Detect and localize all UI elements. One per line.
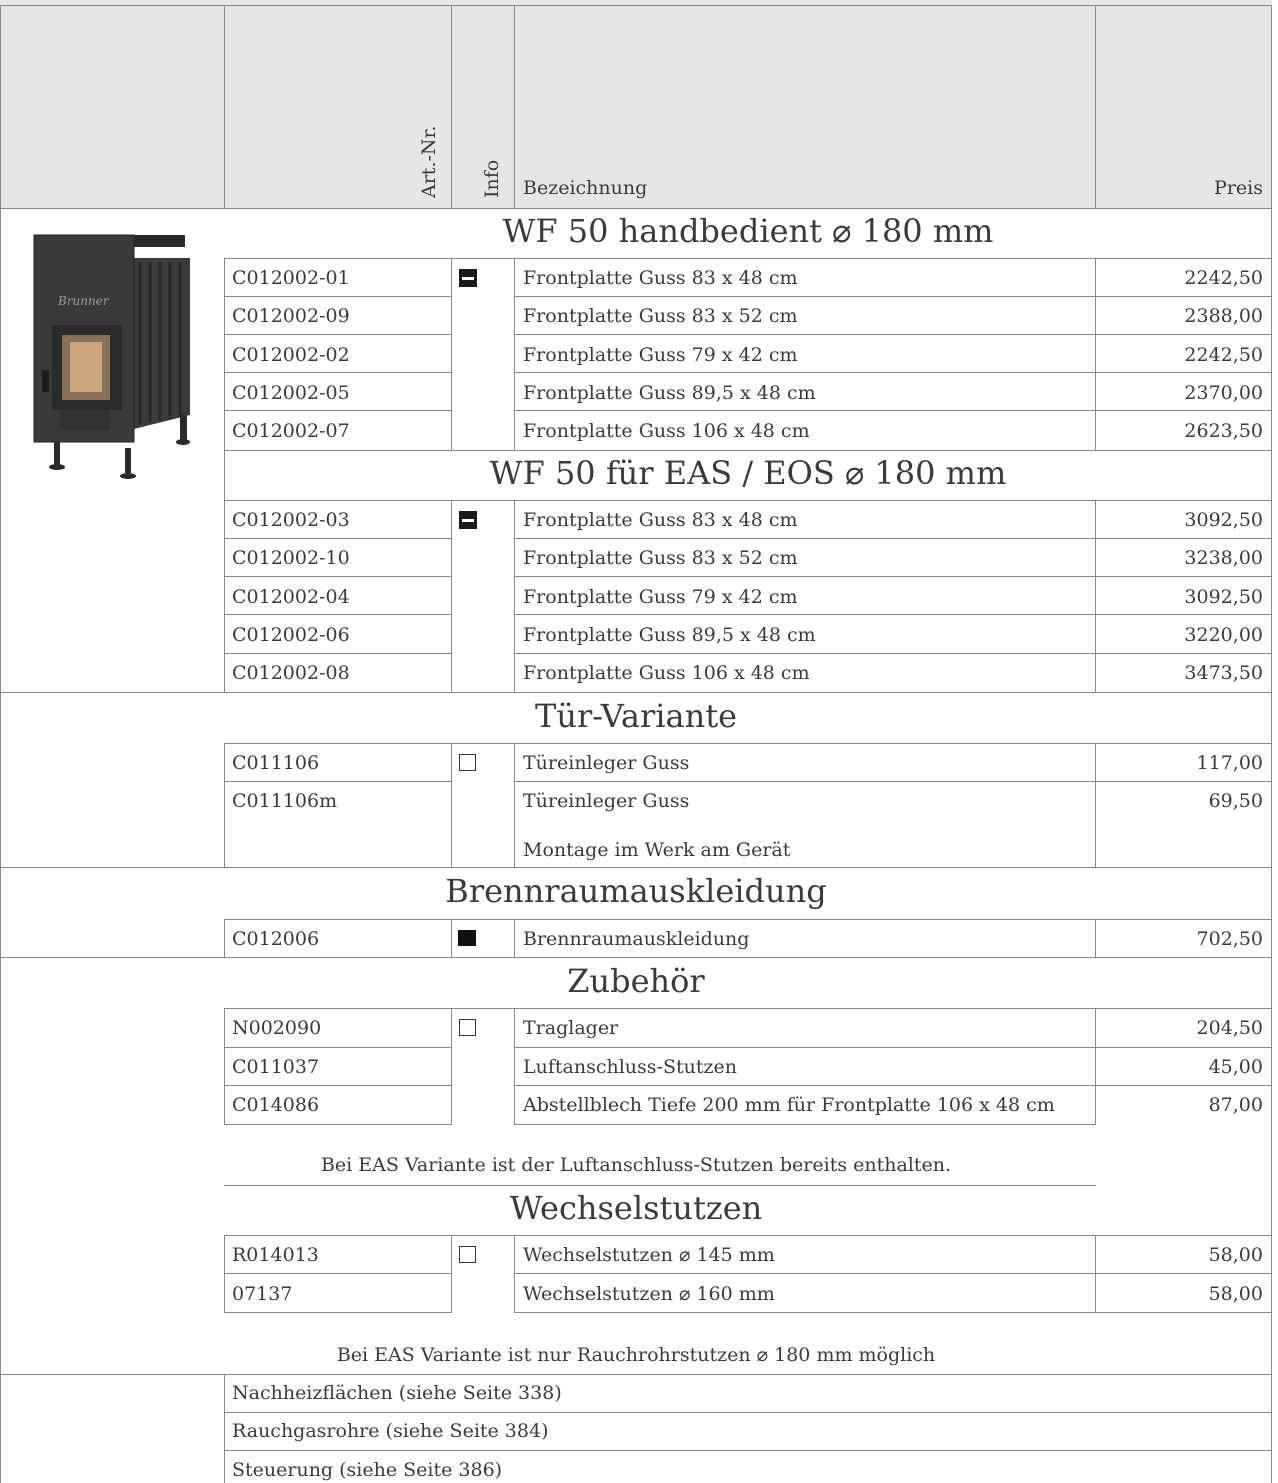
note-eas-luftanschluss: Bei EAS Variante ist der Luftanschluss-S…: [320, 1154, 952, 1176]
table-row-desc: Türeinleger Guss: [523, 752, 690, 774]
svg-text:Brunner: Brunner: [57, 294, 110, 308]
table-row-art: N002090: [232, 1017, 322, 1039]
table-row-price: 2623,50: [1184, 420, 1263, 442]
table-row-desc: Wechselstutzen ⌀ 160 mm: [523, 1283, 775, 1305]
reference-rauchgasrohre: Rauchgasrohre (siehe Seite 384): [232, 1420, 549, 1442]
table-row-art: C012002-07: [232, 420, 350, 442]
table-row-desc: Frontplatte Guss 106 x 48 cm: [523, 420, 810, 442]
header-preis: Preis: [1214, 177, 1263, 199]
section-title-brennraumauskleidung: Brennraumauskleidung: [445, 872, 827, 910]
table-row-price: 2388,00: [1184, 305, 1263, 327]
empty-square-icon: [459, 1246, 476, 1263]
table-row-price: 702,50: [1196, 928, 1263, 950]
table-row-price: 3473,50: [1184, 662, 1263, 684]
section-title-wf50-handbedient: WF 50 handbedient ⌀ 180 mm: [502, 212, 994, 250]
table-row-art: C012006: [232, 928, 320, 950]
note-eas-rauchrohrstutzen: Bei EAS Variante ist nur Rauchrohrstutze…: [336, 1344, 936, 1366]
header-art-nr: Art.-Nr.: [418, 125, 440, 198]
table-row-price: 2242,50: [1184, 267, 1263, 289]
table-row-desc: Traglager: [523, 1017, 619, 1039]
table-row-price: 2370,00: [1184, 382, 1263, 404]
table-row-art: R014013: [232, 1244, 319, 1266]
table-row-desc: Brennraumauskleidung: [523, 928, 750, 950]
table-row-desc: Frontplatte Guss 83 x 48 cm: [523, 509, 798, 531]
table-row-price: 3092,50: [1184, 509, 1263, 531]
filled-square-icon: [458, 930, 476, 946]
table-row-desc: Frontplatte Guss 83 x 52 cm: [523, 305, 798, 327]
table-row-desc: Frontplatte Guss 79 x 42 cm: [523, 344, 798, 366]
table-row-desc-note: Montage im Werk am Gerät: [523, 839, 791, 861]
header-info: Info: [481, 159, 503, 198]
table-row-art: 07137: [232, 1283, 293, 1305]
table-row-art: C012002-08: [232, 662, 350, 684]
table-row-art: C012002-10: [232, 547, 350, 569]
section-title-wechselstutzen: Wechselstutzen: [509, 1189, 763, 1227]
stove-product-image: Brunner: [30, 230, 195, 485]
table-row-art: C012002-09: [232, 305, 350, 327]
table-row-price: 58,00: [1208, 1283, 1263, 1305]
table-row-art: C012002-06: [232, 624, 350, 646]
table-row-price: 3238,00: [1184, 547, 1263, 569]
header-bezeichnung: Bezeichnung: [523, 177, 648, 199]
table-row-price: 204,50: [1196, 1017, 1263, 1039]
table-row-art: C012002-05: [232, 382, 350, 404]
table-row-price: 87,00: [1208, 1094, 1263, 1116]
table-row-price: 45,00: [1208, 1056, 1263, 1078]
table-row-art: C011106: [232, 752, 320, 774]
table-row-art: C012002-01: [232, 267, 350, 289]
table-row-desc: Luftanschluss-Stutzen: [523, 1056, 737, 1078]
reference-steuerung: Steuerung (siehe Seite 386): [232, 1459, 503, 1481]
table-row-art: C012002-03: [232, 509, 350, 531]
table-row-art: C012002-02: [232, 344, 350, 366]
table-row-desc: Frontplatte Guss 83 x 52 cm: [523, 547, 798, 569]
table-row-desc: Wechselstutzen ⌀ 145 mm: [523, 1244, 775, 1266]
table-row-desc: Frontplatte Guss 89,5 x 48 cm: [523, 382, 816, 404]
reference-nachheizflaechen: Nachheizflächen (siehe Seite 338): [232, 1382, 562, 1404]
table-row-art: C011106m: [232, 790, 338, 812]
table-row-art: C011037: [232, 1056, 320, 1078]
table-row-desc: Frontplatte Guss 83 x 48 cm: [523, 267, 798, 289]
table-row-price: 3220,00: [1184, 624, 1263, 646]
table-row-desc: Türeinleger Guss: [523, 790, 690, 812]
table-row-desc: Frontplatte Guss 79 x 42 cm: [523, 586, 798, 608]
table-row-art: C012002-04: [232, 586, 350, 608]
table-row-desc: Frontplatte Guss 106 x 48 cm: [523, 662, 810, 684]
table-row-price: 69,50: [1208, 790, 1263, 812]
table-row-price: 117,00: [1196, 752, 1263, 774]
section-title-tuer-variante: Tür-Variante: [535, 697, 737, 735]
table-row-price: 2242,50: [1184, 344, 1263, 366]
half-filled-square-icon: [459, 269, 477, 287]
half-filled-square-icon: [459, 511, 477, 529]
empty-square-icon: [459, 1019, 476, 1036]
section-title-zubehoer: Zubehör: [567, 962, 705, 1000]
empty-square-icon: [459, 754, 476, 771]
table-row-desc: Frontplatte Guss 89,5 x 48 cm: [523, 624, 816, 646]
table-row-art: C014086: [232, 1094, 320, 1116]
section-title-wf50-eas-eos: WF 50 für EAS / EOS ⌀ 180 mm: [489, 454, 1007, 492]
table-row-price: 58,00: [1208, 1244, 1263, 1266]
table-row-price: 3092,50: [1184, 586, 1263, 608]
table-row-desc: Abstellblech Tiefe 200 mm für Frontplatt…: [523, 1094, 1055, 1116]
